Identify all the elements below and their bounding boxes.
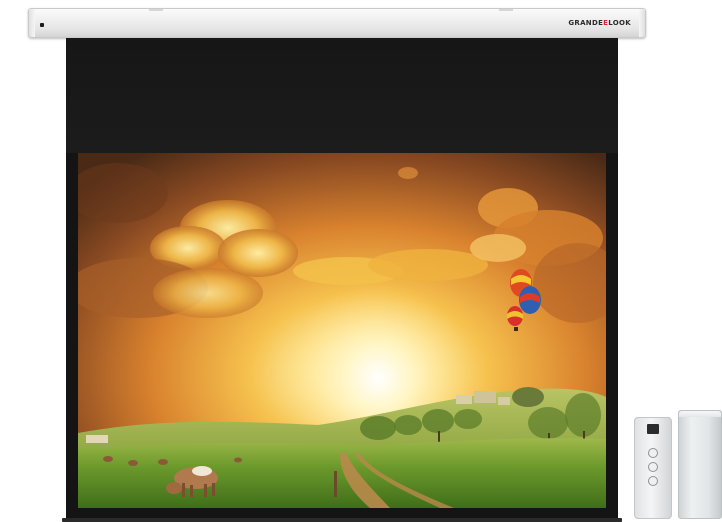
ir-sensor-icon: [40, 23, 44, 27]
projected-image: [78, 153, 606, 508]
meadow: [78, 438, 606, 508]
screen-bottom-bar: [62, 518, 622, 522]
remote-up-button[interactable]: [648, 448, 658, 458]
remote-display: [647, 424, 659, 434]
receiver-top-face: [679, 411, 721, 417]
projector-screen-product: GRANDEELOOK: [0, 0, 722, 522]
housing-seam: [499, 9, 513, 11]
remote-down-button[interactable]: [648, 476, 658, 486]
housing-endcap-left: [29, 9, 35, 37]
remote-control-icon: [634, 417, 672, 519]
sunset-meadow-scene: [78, 153, 606, 508]
receiver-box-icon: [678, 410, 722, 519]
fence-post: [334, 471, 337, 497]
housing-seam: [149, 9, 163, 11]
screen-housing: GRANDEELOOK: [28, 8, 646, 38]
brand-logo: GRANDEELOOK: [568, 19, 631, 27]
remote-stop-button[interactable]: [648, 462, 658, 472]
screen-black-drop: [66, 38, 618, 153]
housing-endcap-right: [639, 9, 645, 37]
